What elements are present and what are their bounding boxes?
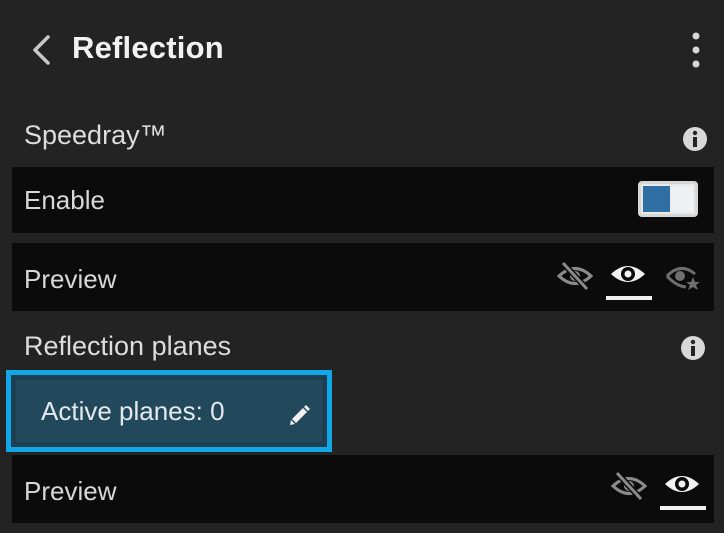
- active-planes-button[interactable]: Active planes: 0: [16, 380, 322, 442]
- selected-indicator: [606, 296, 652, 300]
- eye-icon[interactable]: [663, 467, 701, 501]
- reflection-panel: Reflection Speedray™ Enable Preview Refl…: [0, 0, 724, 533]
- active-planes-highlight: Active planes: 0: [6, 370, 332, 452]
- enable-label: Enable: [24, 185, 105, 215]
- selected-indicator: [660, 506, 706, 510]
- eye-hidden-icon[interactable]: [610, 469, 648, 503]
- eye-icon[interactable]: [609, 257, 647, 291]
- info-icon[interactable]: [682, 126, 708, 152]
- eye-star-icon[interactable]: [664, 259, 702, 293]
- panel-header: Reflection: [0, 0, 724, 100]
- pencil-icon: [290, 405, 310, 425]
- reflection-planes-section-label: Reflection planes: [24, 331, 232, 361]
- enable-toggle[interactable]: [638, 181, 698, 217]
- enable-row: Enable: [12, 167, 714, 233]
- info-icon[interactable]: [680, 335, 706, 361]
- speedray-section-label: Speedray™: [24, 120, 167, 150]
- planes-preview-label: Preview: [24, 476, 117, 506]
- planes-preview-row: Preview: [12, 455, 714, 523]
- active-planes-label: Active planes: 0: [41, 396, 225, 426]
- eye-hidden-icon[interactable]: [556, 259, 594, 293]
- speedray-preview-label: Preview: [24, 264, 117, 294]
- more-vertical-icon[interactable]: [684, 30, 708, 70]
- chevron-left-icon[interactable]: [28, 34, 54, 66]
- toggle-knob: [671, 186, 693, 212]
- page-title: Reflection: [72, 30, 224, 65]
- toggle-track: [643, 186, 670, 212]
- speedray-preview-row: Preview: [12, 243, 714, 311]
